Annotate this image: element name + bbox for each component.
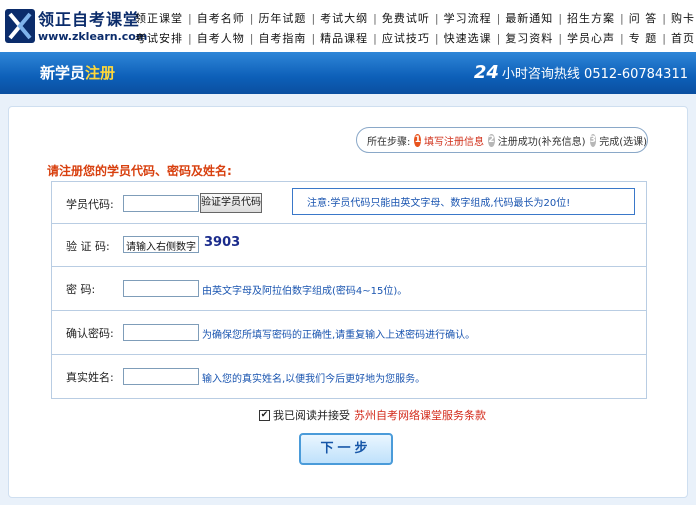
registration-form: 学员代码: 验证学员代码 注意:学员代码只能由英文字母、数字组成,代码最长为20… bbox=[51, 181, 647, 399]
nav-separator: | bbox=[496, 31, 501, 45]
step-3-label: 完成(选课) bbox=[599, 136, 648, 148]
page-title-accent: 注册 bbox=[85, 64, 116, 82]
nav_row1-item[interactable]: 购卡 bbox=[671, 10, 695, 26]
verify-code-input[interactable]: 请输入右侧数字 bbox=[123, 236, 199, 253]
nav-separator: | bbox=[249, 31, 254, 45]
agreement-checkbox[interactable]: ✔ bbox=[259, 409, 270, 421]
nav_row1-item[interactable]: 考试大纲 bbox=[320, 10, 368, 26]
step-prefix: 所在步骤: bbox=[367, 136, 411, 148]
step-3-number: 3 bbox=[589, 133, 597, 147]
step-indicator: 所在步骤: 1 填写注册信息 2 注册成功(补充信息) 3 完成(选课) bbox=[356, 127, 648, 153]
password-label: 密 码: bbox=[66, 283, 96, 296]
top-header: 领正自考课堂 www.zklearn.com 领正课堂 | 自考名师 | 历年试题 | 考试… bbox=[0, 0, 696, 52]
nav_row2-item[interactable]: 学员心声 bbox=[567, 30, 615, 46]
nav-separator: | bbox=[311, 31, 316, 45]
agreement-text: 我已阅读并接受 bbox=[273, 409, 350, 422]
verify-code-label: 验 证 码: bbox=[66, 240, 110, 253]
real-name-hint: 输入您的真实姓名,以便我们今后更好地为您服务。 bbox=[202, 374, 426, 385]
step-1-number: 1 bbox=[414, 133, 422, 147]
registration-panel: 所在步骤: 1 填写注册信息 2 注册成功(补充信息) 3 完成(选课) 请注册… bbox=[8, 106, 688, 498]
confirm-password-label: 确认密码: bbox=[66, 327, 114, 340]
nav-separator: | bbox=[558, 11, 563, 25]
nav-row-2: 考试安排 | 自考人物 | 自考指南 | 精品课程 | 应试技巧 | 快速选课 | 复习资料 | 学员心声 |… bbox=[135, 28, 696, 48]
nav_row2-item[interactable]: 复习资料 bbox=[505, 30, 553, 46]
agreement: ✔ 我已阅读并接受 苏州自考网络课堂服务条款 bbox=[259, 407, 486, 423]
nav-separator: | bbox=[662, 11, 666, 25]
nav_row1-item[interactable]: 免费试听 bbox=[382, 10, 430, 26]
nav-separator: | bbox=[188, 11, 192, 25]
hotline-hours: 24 bbox=[473, 62, 499, 83]
page-banner: 新学员注册 24 小时咨询热线 0512-60784311 bbox=[0, 52, 696, 94]
nav_row2-item[interactable]: 考试安排 bbox=[135, 30, 183, 46]
nav-separator: | bbox=[496, 11, 501, 25]
nav-separator: | bbox=[249, 11, 254, 25]
student-code-input[interactable] bbox=[123, 195, 199, 212]
student-code-row: 学员代码: 验证学员代码 注意:学员代码只能由英文字母、数字组成,代码最长为20… bbox=[52, 182, 646, 224]
nav_row1-item[interactable]: 领正课堂 bbox=[135, 10, 183, 26]
step-2-label: 注册成功(补充信息) bbox=[497, 136, 586, 148]
hotline: 24 小时咨询热线 0512-60784311 bbox=[474, 62, 688, 83]
logo-chinese-name: 领正自考课堂 bbox=[38, 10, 141, 29]
verify-code-row: 验 证 码: 请输入右侧数字 3903 bbox=[52, 224, 646, 267]
nav_row1-item[interactable]: 问 答 bbox=[629, 10, 658, 26]
nav-row-1: 领正课堂 | 自考名师 | 历年试题 | 考试大纲 | 免费试听 | 学习流程 | 最新通知 | 招生方案 |… bbox=[135, 8, 696, 28]
nav-separator: | bbox=[434, 31, 439, 45]
nav-separator: | bbox=[188, 31, 192, 45]
nav-separator: | bbox=[311, 11, 316, 25]
nav_row1-item[interactable]: 历年试题 bbox=[258, 10, 306, 26]
nav_row2-item[interactable]: 快速选课 bbox=[444, 30, 492, 46]
page-title: 新学员注册 bbox=[40, 62, 115, 83]
student-code-notice: 注意:学员代码只能由英文字母、数字组成,代码最长为20位! bbox=[292, 188, 635, 215]
nav_row1-item[interactable]: 最新通知 bbox=[505, 10, 553, 26]
nav_row2-item[interactable]: 应试技巧 bbox=[382, 30, 430, 46]
student-code-label: 学员代码: bbox=[66, 198, 114, 211]
logo-mark-icon bbox=[5, 9, 35, 43]
next-step-button[interactable]: 下一步 bbox=[299, 433, 393, 465]
verify-student-code-button[interactable]: 验证学员代码 bbox=[200, 193, 262, 213]
confirm-password-input[interactable] bbox=[123, 324, 199, 341]
real-name-input[interactable] bbox=[123, 368, 199, 385]
confirm-password-row: 确认密码: 为确保您所填写密码的正确性,请重复输入上述密码进行确认。 bbox=[52, 311, 646, 355]
page-title-main: 新学员 bbox=[40, 64, 86, 82]
nav_row2-item[interactable]: 专 题 bbox=[629, 30, 658, 46]
real-name-row: 真实姓名: 输入您的真实姓名,以便我们今后更好地为您服务。 bbox=[52, 355, 646, 398]
site-logo[interactable]: 领正自考课堂 www.zklearn.com bbox=[4, 6, 147, 48]
password-row: 密 码: 由英文字母及阿拉伯数字组成(密码4~15位)。 bbox=[52, 267, 646, 311]
nav_row2-item[interactable]: 首页 bbox=[671, 30, 695, 46]
nav_row2-item[interactable]: 自考指南 bbox=[258, 30, 306, 46]
step-1-label: 填写注册信息 bbox=[424, 136, 485, 148]
content-area: 所在步骤: 1 填写注册信息 2 注册成功(补充信息) 3 完成(选课) 请注册… bbox=[0, 94, 696, 505]
nav-separator: | bbox=[558, 31, 563, 45]
nav_row2-item[interactable]: 精品课程 bbox=[320, 30, 368, 46]
logo-url: www.zklearn.com bbox=[38, 30, 148, 43]
nav-separator: | bbox=[373, 11, 377, 25]
password-hint: 由英文字母及阿拉伯数字组成(密码4~15位)。 bbox=[202, 286, 408, 297]
nav-separator: | bbox=[373, 31, 377, 45]
nav_row2-item[interactable]: 自考人物 bbox=[197, 30, 245, 46]
nav_row1-item[interactable]: 招生方案 bbox=[567, 10, 615, 26]
nav_row1-item[interactable]: 自考名师 bbox=[197, 10, 245, 26]
nav-separator: | bbox=[620, 31, 624, 45]
nav-separator: | bbox=[662, 31, 666, 45]
password-input[interactable] bbox=[123, 280, 199, 297]
terms-link[interactable]: 苏州自考网络课堂服务条款 bbox=[354, 407, 486, 423]
nav_row1-item[interactable]: 学习流程 bbox=[444, 10, 492, 26]
nav-separator: | bbox=[620, 11, 624, 25]
nav-separator: | bbox=[434, 11, 439, 25]
confirm-password-hint: 为确保您所填写密码的正确性,请重复输入上述密码进行确认。 bbox=[202, 330, 476, 341]
form-heading: 请注册您的学员代码、密码及姓名: bbox=[47, 164, 232, 178]
captcha-number: 3903 bbox=[204, 235, 241, 250]
main-nav: 领正课堂 | 自考名师 | 历年试题 | 考试大纲 | 免费试听 | 学习流程 | 最新通知 | 招生方案 |… bbox=[135, 8, 696, 48]
step-2-number: 2 bbox=[488, 133, 495, 147]
real-name-label: 真实姓名: bbox=[66, 371, 114, 384]
hotline-text: 小时咨询热线 0512-60784311 bbox=[501, 67, 688, 82]
